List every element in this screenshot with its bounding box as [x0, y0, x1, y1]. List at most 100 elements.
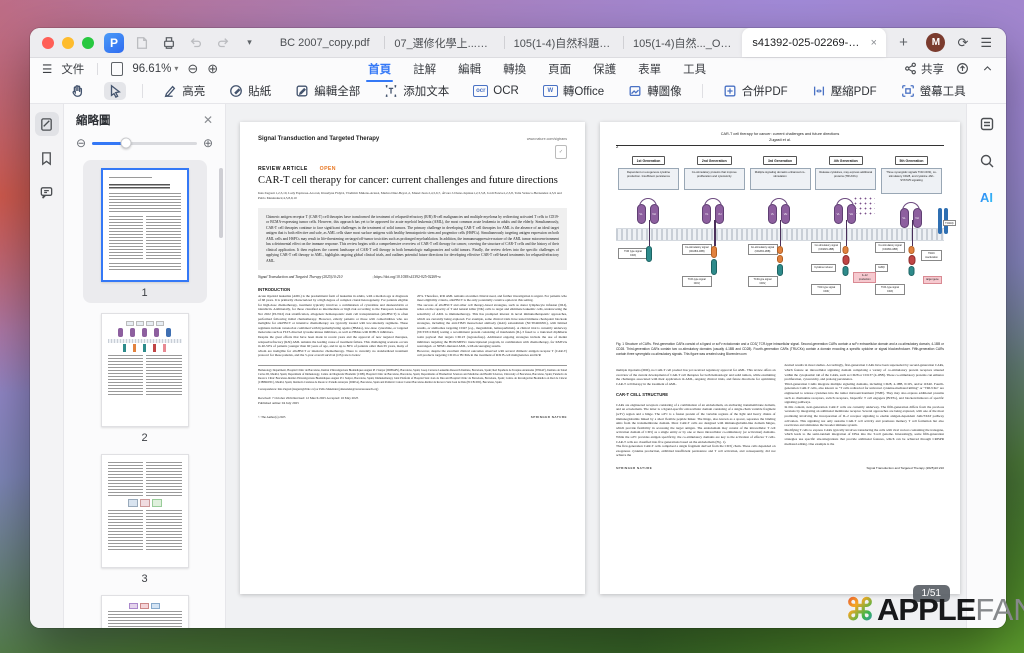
image-icon	[628, 84, 642, 98]
signal-label: IL2Rβ	[875, 264, 888, 271]
edit-all-tool[interactable]: 編輯全部	[291, 81, 364, 101]
tab-tools[interactable]: 工具	[683, 59, 706, 79]
section-heading-structure: CAR-T CELL STRUCTURE	[616, 392, 776, 398]
page-view-icon[interactable]	[111, 62, 123, 76]
ocr-tool[interactable]: ocrOCR	[469, 83, 523, 99]
cursor-icon	[108, 84, 122, 98]
account-avatar[interactable]: M	[926, 33, 945, 52]
hand-tool[interactable]	[66, 82, 88, 100]
signal-label: TCR-type signal CD3ζ	[811, 284, 841, 294]
document-viewer[interactable]: Signal Transduction and Targeted Therapy…	[226, 104, 966, 628]
search-icon[interactable]	[979, 153, 995, 174]
thumbnail-page-1[interactable]: 1	[83, 160, 207, 303]
doi-link: ; https://doi.org/10.1038/s41392-025-022…	[372, 275, 440, 279]
zoom-out-button[interactable]: ⊖	[187, 61, 198, 77]
tab-document-2[interactable]: 07_選修化學上..._ch5.pdf	[384, 28, 503, 57]
article-type: REVIEW ARTICLE	[258, 166, 308, 172]
thumbnail-page-number: 3	[141, 573, 147, 585]
print-icon[interactable]	[161, 35, 176, 50]
zoom-in-button[interactable]: ⊕	[207, 61, 218, 77]
thumbnails-panel-icon[interactable]	[35, 112, 59, 136]
ai-assistant-button[interactable]: AI	[980, 190, 993, 205]
annotations-panel-icon[interactable]	[35, 180, 59, 204]
tab-convert[interactable]: 轉換	[503, 59, 526, 79]
document-info-icon[interactable]	[979, 116, 995, 137]
compress-pdf-tool[interactable]: 壓縮PDF	[808, 81, 881, 101]
thumbnail-list[interactable]: 1	[64, 156, 225, 628]
figure-caption: Fig. 1 Structure of CARs. First-generati…	[616, 342, 944, 356]
tab-edit[interactable]: 編輯	[458, 59, 481, 79]
signal-label: TCR type signal CD3ζ	[618, 248, 648, 258]
collapse-toolbar-icon[interactable]	[981, 62, 994, 75]
share-button[interactable]: 共享	[904, 61, 944, 77]
desktop-wallpaper: P ▾ BC 2007_copy.pdf 07_選修化學上..._ch5.pdf…	[0, 0, 1024, 653]
zoom-level-control[interactable]: 96.61% ▾	[132, 63, 178, 75]
thumbnail-page-3[interactable]: 3	[101, 454, 189, 585]
thumb-zoom-in-icon[interactable]: ⊕	[203, 136, 213, 150]
tab-annotate[interactable]: 註解	[413, 59, 436, 79]
chevron-down-icon[interactable]: ▾	[242, 35, 257, 50]
tab-form[interactable]: 表單	[638, 59, 661, 79]
zoom-window-button[interactable]	[82, 37, 94, 49]
convert-image-tool[interactable]: 轉圖像	[624, 81, 686, 101]
tool-label: OCR	[493, 85, 519, 97]
tab-home[interactable]: 首頁	[368, 59, 391, 79]
thumbnail-page-2[interactable]: 2	[101, 313, 189, 444]
upload-cloud-icon[interactable]	[956, 62, 969, 75]
thumbnail-size-slider[interactable]	[92, 142, 197, 145]
convert-office-tool[interactable]: W轉Office	[539, 81, 608, 101]
redo-icon[interactable]	[215, 35, 230, 50]
minimize-window-button[interactable]	[62, 37, 74, 49]
panel-scrollbar[interactable]	[219, 168, 223, 238]
tool-label: 編輯全部	[314, 83, 360, 99]
file-menu-icon[interactable]: ☰	[42, 62, 52, 76]
thumb-zoom-out-icon[interactable]: ⊖	[76, 136, 86, 150]
screen-tools[interactable]: 螢幕工具	[897, 81, 970, 101]
tool-label: 螢幕工具	[920, 83, 966, 99]
tab-document-3[interactable]: 105(1-4)自然科題本.pdf	[504, 28, 623, 57]
tab-page[interactable]: 頁面	[548, 59, 571, 79]
thumbnail-page-4[interactable]	[101, 595, 189, 628]
generation-desc: Dependent on exogenous cytokine producti…	[618, 168, 679, 190]
watermark-apple-text: APPLE	[877, 592, 975, 628]
generation-title: 1st Generation	[632, 156, 666, 165]
export-icon[interactable]	[134, 35, 149, 50]
hand-icon	[70, 84, 84, 98]
chevron-down-icon: ▾	[174, 64, 178, 73]
cytokine-dots	[853, 196, 875, 216]
slider-knob[interactable]	[120, 138, 131, 149]
close-panel-icon[interactable]: ✕	[203, 113, 213, 127]
target-gene-label: target gene	[923, 276, 942, 283]
intracellular-gen-1: TCR type signal CD3ζ	[618, 242, 679, 304]
tool-label: 轉圖像	[647, 83, 682, 99]
bookmarks-panel-icon[interactable]	[35, 146, 59, 170]
close-window-button[interactable]	[42, 37, 54, 49]
highlight-tool[interactable]: 高亮	[159, 81, 209, 101]
menu-icon[interactable]: ☰	[980, 35, 992, 51]
tab-document-active[interactable]: s41392-025-02269-w.pdf ×	[742, 28, 886, 57]
thumbnail-page-number: 1	[141, 287, 147, 299]
signal-label: Co-stimulatory signal (CD28/4-1BB)	[811, 242, 841, 252]
tab-document-4[interactable]: 105(1-4)自然..._OCR.pdf *	[623, 28, 742, 57]
sync-icon[interactable]: ⟳	[957, 35, 968, 51]
add-text-tool[interactable]: 添加文本	[380, 81, 453, 101]
close-tab-icon[interactable]: ×	[871, 37, 877, 49]
undo-icon[interactable]	[188, 35, 203, 50]
toolbar: 高亮 貼紙 編輯全部 添加文本 ocrOCR W轉Office 轉圖像 合併PD…	[30, 79, 1006, 104]
signal-label: Co-stimulatory signal (CD28/4-1BB)	[875, 242, 905, 252]
tab-protect[interactable]: 保護	[593, 59, 616, 79]
file-menu[interactable]: 文件	[61, 61, 84, 77]
thumbnails-panel: 縮略圖 ✕ ⊖ ⊕	[64, 104, 226, 628]
open-access-badge: OPEN	[320, 166, 336, 172]
sticker-icon	[229, 84, 243, 98]
publisher-logo-text: SPRINGER NATURE	[531, 415, 567, 419]
merge-pdf-tool[interactable]: 合併PDF	[719, 81, 792, 101]
sidebar-icon-strip	[30, 104, 64, 628]
app-icon: P	[104, 33, 124, 53]
tool-label: 貼紙	[248, 83, 271, 99]
select-tool[interactable]	[104, 82, 126, 100]
new-tab-button[interactable]: +	[886, 28, 920, 57]
ribbon-nav: 首頁 註解 編輯 轉換 頁面 保護 表單 工具	[368, 59, 706, 79]
tab-document-1[interactable]: BC 2007_copy.pdf	[265, 28, 384, 57]
sticker-tool[interactable]: 貼紙	[225, 81, 275, 101]
